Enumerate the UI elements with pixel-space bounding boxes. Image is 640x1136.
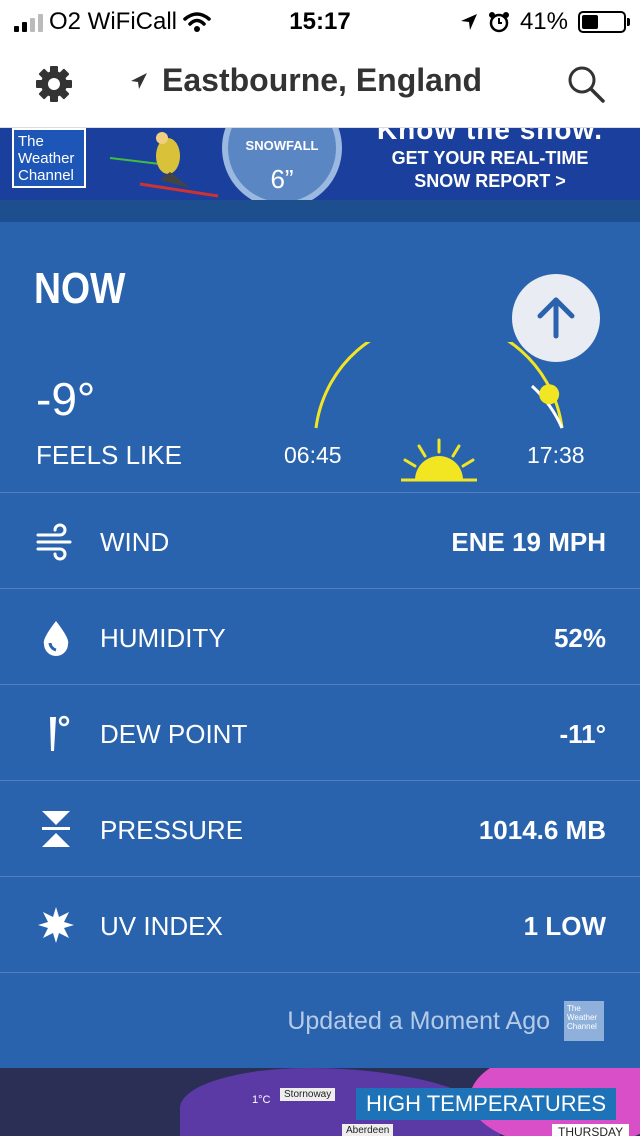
sunrise-time: 06:45 (284, 442, 342, 468)
battery-icon (578, 11, 630, 33)
current-conditions: NOW -9° FEELS LIKE 06:45 17:38 (0, 222, 640, 492)
now-title: NOW (34, 264, 126, 313)
detail-row-humidity: HUMIDITY 52% (0, 588, 640, 684)
snow-report-ad[interactable]: The Weather Channel SNOWFALL 6” Know the… (0, 128, 640, 200)
logo-line: Channel (567, 1022, 597, 1031)
detail-row-dew-point: DEW POINT -11° (0, 684, 640, 780)
detail-value: 1014.6 MB (478, 815, 606, 845)
logo-line: Weather (18, 150, 75, 167)
location-name: Eastbourne, England (162, 62, 483, 98)
uv-sun-icon (38, 907, 74, 943)
detail-label: DEW POINT (100, 719, 248, 749)
detail-value: 1 LOW (523, 911, 606, 941)
feels-like-label: FEELS LIKE (36, 440, 182, 470)
drop-icon (43, 621, 69, 656)
sun-position-marker (539, 384, 560, 405)
detail-row-wind: WIND ENE 19 MPH (0, 492, 640, 588)
divider-band (0, 200, 640, 222)
thermometer-icon (50, 715, 70, 751)
ad-line-1: GET YOUR REAL-TIME (391, 148, 589, 168)
weather-channel-logo: The Weather Channel (12, 128, 86, 188)
snowfall-label: SNOWFALL (245, 138, 319, 153)
sunset-time: 17:38 (527, 442, 585, 468)
alarm-icon (488, 12, 509, 33)
wind-icon (36, 523, 72, 561)
search-icon[interactable] (566, 64, 606, 104)
logo-line: The (18, 133, 44, 150)
location-selector[interactable]: Eastbourne, England (130, 62, 482, 99)
map-temp-tag: 1°C (252, 1094, 271, 1106)
location-arrow-icon (131, 72, 147, 89)
current-temperature: -9° (36, 373, 96, 425)
pressure-icon (42, 811, 70, 847)
ad-line-2: SNOW REPORT > (414, 171, 566, 191)
status-bar: O2 WiFiCall 15:17 41% (0, 0, 640, 42)
status-right: 41% (460, 8, 630, 36)
logo-line: Weather (567, 1013, 598, 1022)
updated-text: Updated a Moment Ago (287, 1007, 550, 1035)
detail-label: WIND (100, 527, 170, 557)
detail-value: 52% (553, 623, 606, 653)
detail-label: UV INDEX (100, 911, 223, 941)
detail-value: ENE 19 MPH (451, 527, 606, 557)
map-city-label: Stornoway (280, 1088, 336, 1101)
map-city-label: Aberdeen (342, 1124, 394, 1136)
location-services-icon (460, 14, 477, 30)
detail-label: HUMIDITY (100, 623, 226, 653)
ad-headline: Know the snow. (376, 128, 604, 145)
battery-percent: 41% (519, 8, 568, 35)
map-day: THURSDAY (552, 1124, 630, 1136)
logo-line: Channel (18, 167, 74, 184)
map-title: HIGH TEMPERATURES (356, 1088, 616, 1120)
sun-arc (314, 342, 564, 429)
app-header: Eastbourne, England (0, 42, 640, 128)
sun-path-chart (314, 342, 564, 482)
detail-value: -11° (559, 719, 606, 749)
gear-icon[interactable] (34, 64, 74, 104)
temperature-map-card[interactable]: 1°C Stornoway Aberdeen HIGH TEMPERATURES… (0, 1068, 640, 1136)
snowfall-badge: SNOWFALL 6” (222, 128, 342, 200)
detail-row-pressure: PRESSURE 1014.6 MB (0, 780, 640, 876)
updated-footer: Updated a Moment Ago The Weather Channel (0, 972, 640, 1068)
snowfall-amount: 6” (270, 164, 294, 194)
detail-label: PRESSURE (100, 815, 244, 845)
skier-image (109, 132, 219, 198)
ad-copy: Know the snow. GET YOUR REAL-TIME SNOW R… (360, 128, 620, 192)
sun-icon (401, 438, 477, 482)
logo-line: The (567, 1004, 581, 1013)
weather-channel-mini-logo: The Weather Channel (564, 1001, 604, 1041)
detail-row-uv-index: UV INDEX 1 LOW (0, 876, 640, 972)
